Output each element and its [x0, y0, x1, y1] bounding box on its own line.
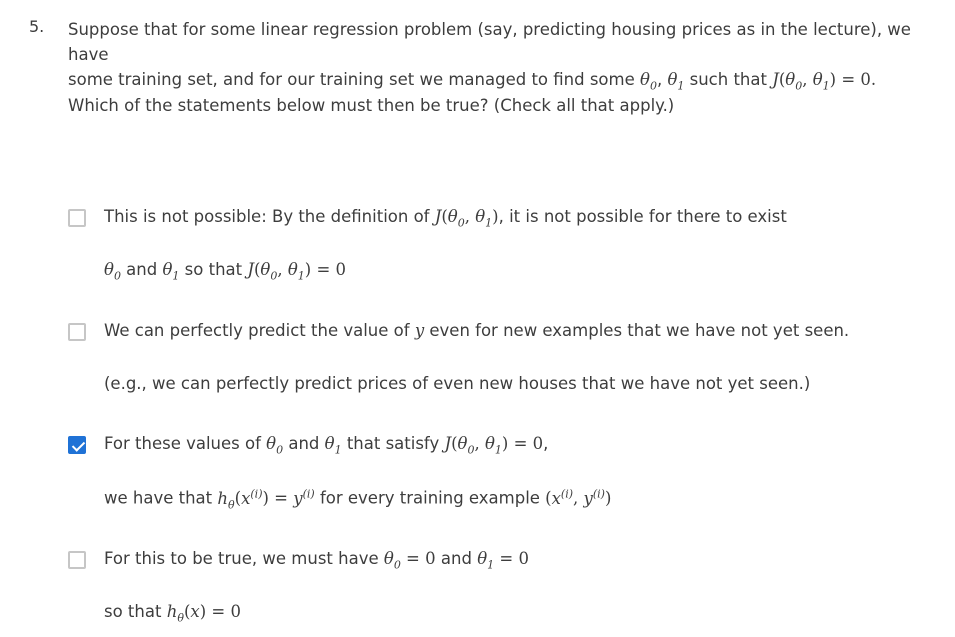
option-line-1: For these values of θ0 and θ1 that satis…: [104, 434, 549, 457]
option-line-2: (e.g., we can perfectly predict prices o…: [104, 374, 811, 393]
question-number: 5.: [29, 17, 45, 36]
option-line-1: We can perfectly predict the value of y …: [104, 321, 850, 340]
question-text: Suppose that for some linear regression …: [68, 17, 948, 98]
option-line-1: This is not possible: By the definition …: [104, 207, 787, 230]
option-checkbox[interactable]: [68, 323, 86, 341]
option-line-2: so that hθ(x) = 0: [104, 602, 241, 625]
question-line-2: some training set, and for our training …: [68, 70, 877, 93]
option-line-2: θ0 and θ1 so that J(θ0, θ1) = 0: [104, 260, 347, 283]
option-line-2: we have that hθ(x(i)) = y(i) for every t…: [104, 487, 612, 511]
option-checkbox-checked[interactable]: [68, 436, 86, 454]
option-checkbox[interactable]: [68, 209, 86, 227]
option-line-1: For this to be true, we must have θ0 = 0…: [104, 549, 529, 572]
question-line-1: Suppose that for some linear regression …: [68, 20, 911, 64]
question-prompt: Which of the statements below must then …: [68, 96, 675, 115]
option-checkbox[interactable]: [68, 551, 86, 569]
